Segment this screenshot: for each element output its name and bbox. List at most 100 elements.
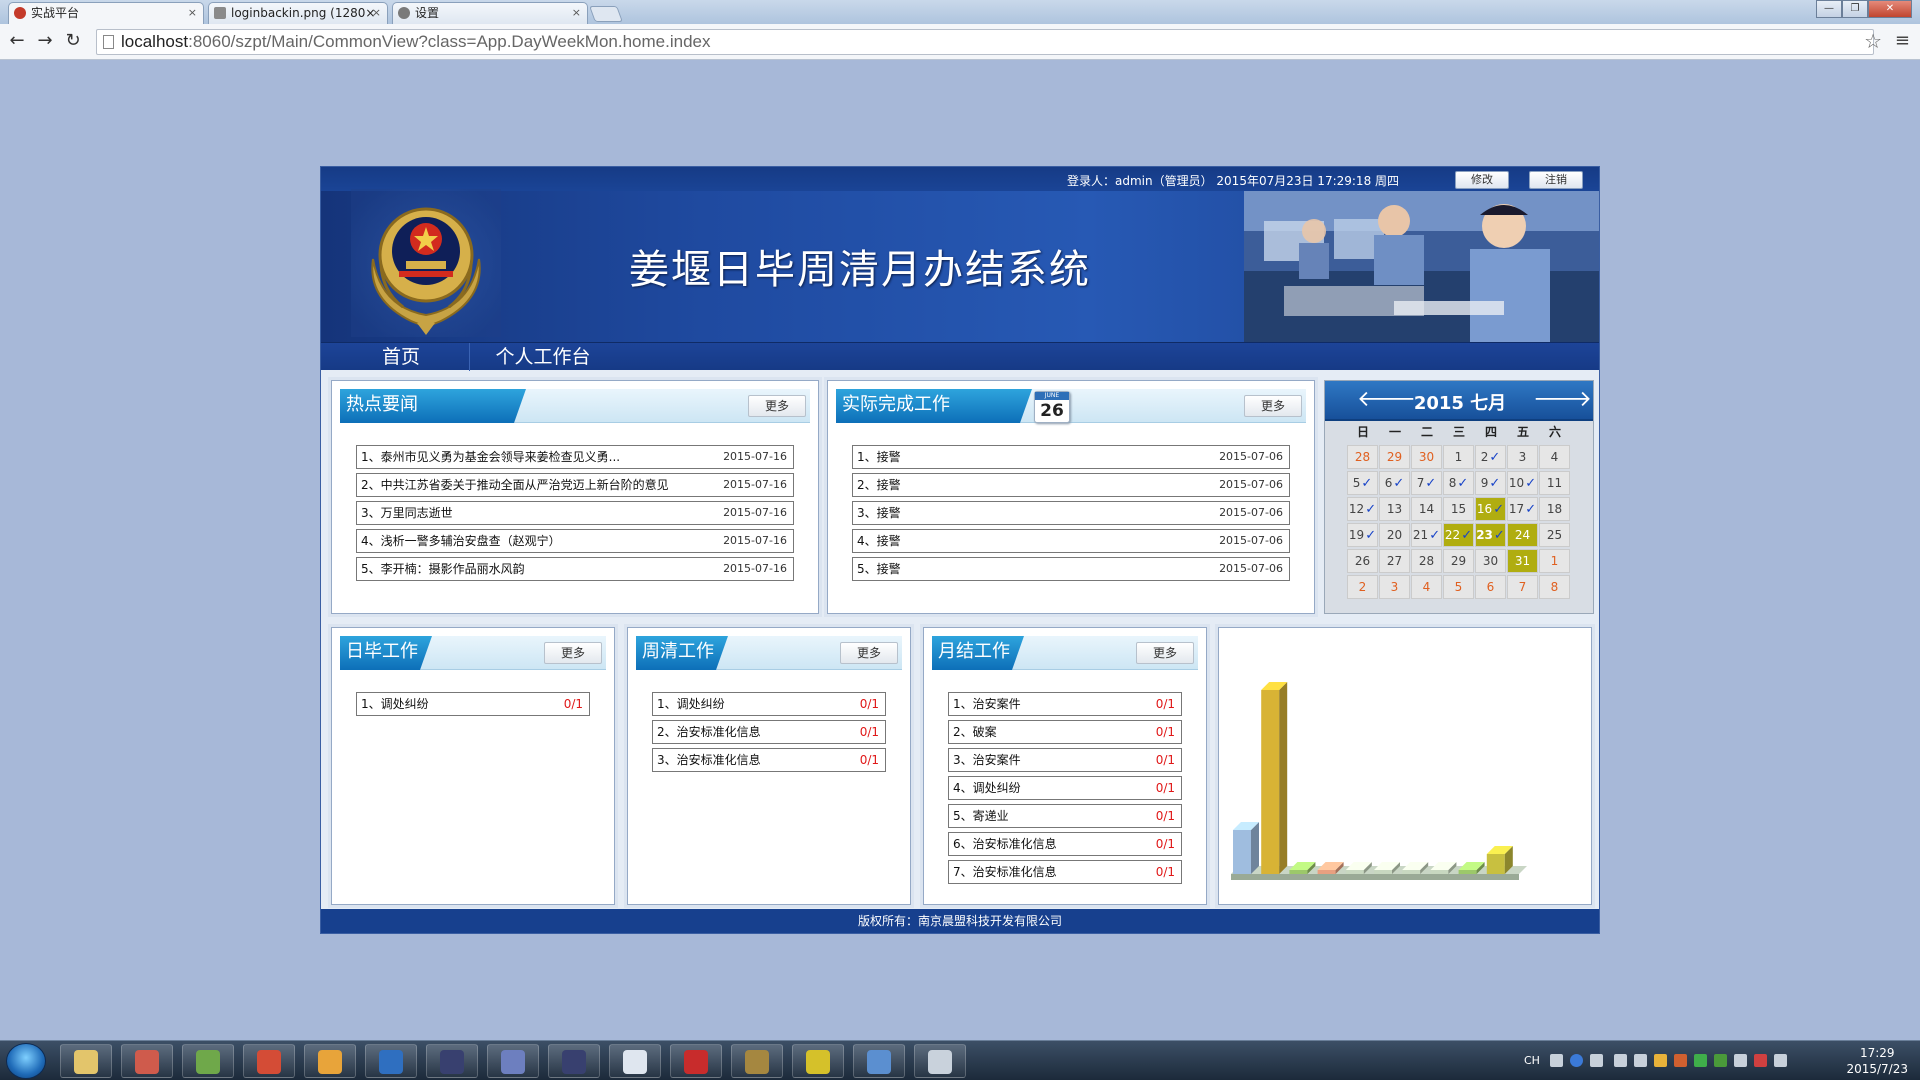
more-button[interactable]: 更多 [1136,642,1194,664]
menu-icon[interactable]: ≡ [1895,30,1910,51]
list-item[interactable]: 4、浅析一警多辅治安盘查（赵观宁） 2015-07-16 [356,529,794,553]
calendar-day[interactable]: 5 [1443,575,1474,599]
bookmark-star-icon[interactable]: ☆ [1864,29,1882,53]
update-icon[interactable] [1714,1054,1727,1067]
calendar-day[interactable]: 21✓ [1411,523,1442,547]
more-button[interactable]: 更多 [748,395,806,417]
calendar-day[interactable]: 17✓ [1507,497,1538,521]
calendar-day[interactable]: 25 [1539,523,1570,547]
prev-month-arrow-icon[interactable]: 🡐 [1357,388,1416,414]
calendar-day[interactable]: 2 [1347,575,1378,599]
calendar-day[interactable]: 29 [1379,445,1410,469]
taskbar-app-button[interactable] [670,1044,722,1078]
modify-button[interactable]: 修改 [1455,171,1509,189]
taskbar-app-button[interactable] [121,1044,173,1078]
list-item[interactable]: 1、治安案件 0/1 [948,692,1182,716]
security-icon[interactable] [1654,1054,1667,1067]
restore-button[interactable]: ❐ [1842,0,1868,18]
calendar-day[interactable]: 4 [1539,445,1570,469]
more-button[interactable]: 更多 [840,642,898,664]
calendar-day[interactable]: 8 [1539,575,1570,599]
taskbar-app-button[interactable] [487,1044,539,1078]
calendar-day[interactable]: 5✓ [1347,471,1378,495]
logout-button[interactable]: 注销 [1529,171,1583,189]
shield-icon[interactable] [1694,1054,1707,1067]
address-bar[interactable]: localhost:8060/szpt/Main/CommonView?clas… [96,29,1874,55]
taskbar-app-button[interactable] [853,1044,905,1078]
calendar-day[interactable]: 28 [1347,445,1378,469]
calendar-day[interactable]: 27 [1379,549,1410,573]
help-icon[interactable] [1570,1054,1583,1067]
start-button[interactable] [6,1043,46,1079]
taskbar-app-button[interactable] [304,1044,356,1078]
flag-icon[interactable] [1774,1054,1787,1067]
back-arrow-icon[interactable]: ← [6,30,28,52]
calendar-day[interactable]: 8✓ [1443,471,1474,495]
calendar-day[interactable]: 22✓ [1443,523,1474,547]
list-item[interactable]: 1、泰州市见义勇为基金会领导来姜检查见义勇... 2015-07-16 [356,445,794,469]
calendar-day[interactable]: 2✓ [1475,445,1506,469]
list-item[interactable]: 1、调处纠纷 0/1 [356,692,590,716]
calendar-day[interactable]: 3 [1379,575,1410,599]
list-item[interactable]: 3、接警 2015-07-06 [852,501,1290,525]
taskbar-app-button[interactable] [792,1044,844,1078]
taskbar-app-button[interactable] [426,1044,478,1078]
calendar-day[interactable]: 7✓ [1411,471,1442,495]
taskbar-app-button[interactable] [60,1044,112,1078]
list-item[interactable]: 3、治安案件 0/1 [948,748,1182,772]
taskbar-app-button[interactable] [182,1044,234,1078]
signal-icon[interactable] [1734,1054,1747,1067]
calendar-day[interactable]: 10✓ [1507,471,1538,495]
calendar-day[interactable]: 20 [1379,523,1410,547]
tab-settings[interactable]: 设置 × [392,2,588,24]
list-item[interactable]: 1、调处纠纷 0/1 [652,692,886,716]
tab-image[interactable]: loginbackin.png (1280× × [208,2,388,24]
calendar-day[interactable]: 26 [1347,549,1378,573]
clock[interactable]: 17:29 2015/7/23 [1846,1045,1908,1077]
list-item[interactable]: 7、治安标准化信息 0/1 [948,860,1182,884]
calendar-day[interactable]: 23✓ [1475,523,1506,547]
tab-active[interactable]: 实战平台 × [8,2,204,24]
more-button[interactable]: 更多 [544,642,602,664]
new-tab-button[interactable] [589,6,623,22]
taskbar-app-button[interactable] [731,1044,783,1078]
calendar-day[interactable]: 30 [1475,549,1506,573]
calendar-day[interactable]: 14 [1411,497,1442,521]
taskbar-app-button[interactable] [609,1044,661,1078]
list-item[interactable]: 2、中共江苏省委关于推动全面从严治党迈上新台阶的意见 2015-07-16 [356,473,794,497]
calendar-day[interactable]: 30 [1411,445,1442,469]
calendar-day[interactable]: 1 [1539,549,1570,573]
calendar-day[interactable]: 12✓ [1347,497,1378,521]
calendar-day[interactable]: 15 [1443,497,1474,521]
calendar-day[interactable]: 19✓ [1347,523,1378,547]
calendar-day[interactable]: 24 [1507,523,1538,547]
calendar-day[interactable]: 1 [1443,445,1474,469]
list-item[interactable]: 5、李开楠：摄影作品丽水风韵 2015-07-16 [356,557,794,581]
close-window-button[interactable]: ✕ [1868,0,1912,18]
taskbar-app-button[interactable] [914,1044,966,1078]
volume-icon[interactable] [1754,1054,1767,1067]
list-item[interactable]: 5、寄递业 0/1 [948,804,1182,828]
list-item[interactable]: 4、接警 2015-07-06 [852,529,1290,553]
printer-icon[interactable] [1634,1054,1647,1067]
taskbar-app-button[interactable] [243,1044,295,1078]
reload-icon[interactable]: ↻ [62,30,84,52]
calendar-day[interactable]: 29 [1443,549,1474,573]
nav-workbench[interactable]: 个人工作台 [483,343,603,371]
more-button[interactable]: 更多 [1244,395,1302,417]
calendar-day[interactable]: 16✓ [1475,497,1506,521]
network-icon[interactable] [1614,1054,1627,1067]
language-indicator[interactable]: CH [1524,1054,1540,1067]
keyboard-icon[interactable] [1550,1054,1563,1067]
list-item[interactable]: 3、治安标准化信息 0/1 [652,748,886,772]
calendar-day[interactable]: 9✓ [1475,471,1506,495]
calendar-day[interactable]: 31 [1507,549,1538,573]
nav-home[interactable]: 首页 [365,343,437,371]
calendar-day[interactable]: 4 [1411,575,1442,599]
minimize-button[interactable]: — [1816,0,1842,18]
list-item[interactable]: 3、万里同志逝世 2015-07-16 [356,501,794,525]
list-item[interactable]: 2、破案 0/1 [948,720,1182,744]
calendar-day[interactable]: 3 [1507,445,1538,469]
calendar-day[interactable]: 6 [1475,575,1506,599]
list-item[interactable]: 6、治安标准化信息 0/1 [948,832,1182,856]
